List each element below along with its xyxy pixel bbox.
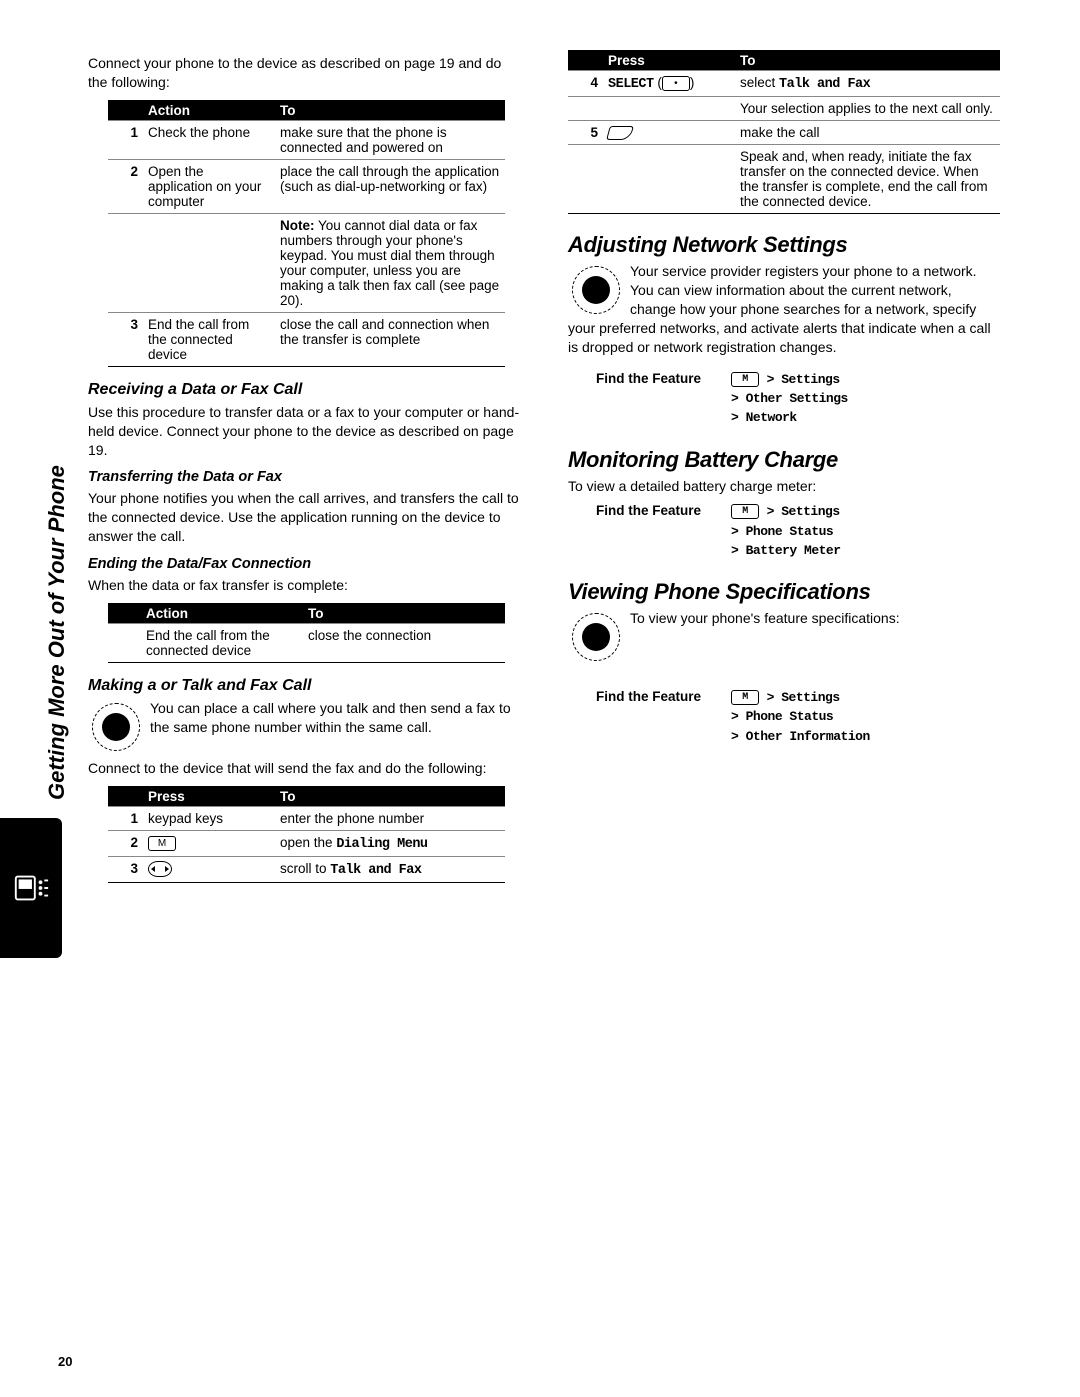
page-number: 20 — [58, 1354, 72, 1369]
col-action: Action — [140, 604, 302, 624]
intro-text: Connect your phone to the device as desc… — [88, 54, 520, 92]
para-spec: To view your phone's feature specificati… — [568, 609, 1000, 628]
col-action: Action — [142, 100, 274, 120]
heading-making: Making a or Talk and Fax Call — [88, 677, 520, 695]
para-making-2: Connect to the device that will send the… — [88, 759, 520, 778]
table-row: Note: Note: You cannot dial data or fax … — [108, 213, 505, 312]
heading-spec: Viewing Phone Specifications — [568, 579, 1000, 605]
table-row: 1 Check the phone make sure that the pho… — [108, 120, 505, 159]
heading-ending: Ending the Data/Fax Connection — [88, 556, 520, 572]
table-row: 1 keypad keys enter the phone number — [108, 806, 505, 830]
send-key-icon — [606, 126, 634, 140]
table-row: 2 Open the application on your computer … — [108, 159, 505, 213]
network-dependent-icon — [88, 699, 144, 755]
softkey-icon: • — [662, 76, 690, 91]
note-text: Note: Note: You cannot dial data or fax … — [280, 218, 499, 308]
heading-network: Adjusting Network Settings — [568, 232, 1000, 258]
table-row: Your selection applies to the next call … — [568, 97, 1000, 121]
action-table-1: Action To 1 Check the phone make sure th… — [108, 100, 505, 367]
para-network: Your service provider registers your pho… — [568, 262, 1000, 356]
para-making: You can place a call where you talk and … — [88, 699, 520, 737]
para-ending: When the data or fax transfer is complet… — [88, 576, 520, 595]
phone-data-icon — [12, 869, 50, 907]
manual-page: Getting More Out of Your Phone Connect y… — [0, 0, 1080, 1397]
network-dependent-icon — [568, 262, 624, 318]
section-tab-icon — [0, 818, 62, 958]
action-table-2: Action To End the call from the connecte… — [108, 603, 505, 663]
heading-transferring: Transferring the Data or Fax — [88, 469, 520, 485]
table-row: 5 make the call — [568, 121, 1000, 145]
menu-key-icon: M — [148, 836, 176, 851]
scroll-key-icon — [148, 861, 172, 877]
col-to: To — [734, 51, 1000, 71]
find-feature-battery: Find the Feature M > Settings> Phone Sta… — [596, 503, 1000, 561]
section-title: Getting More Out of Your Phone — [44, 400, 70, 800]
para-receiving: Use this procedure to transfer data or a… — [88, 403, 520, 460]
find-feature-network: Find the Feature M > Settings> Other Set… — [596, 371, 1000, 429]
col-press: Press — [602, 51, 734, 71]
menu-key-icon: M — [731, 504, 759, 519]
col-to: To — [302, 604, 505, 624]
col-press: Press — [142, 786, 274, 806]
menu-key-icon: M — [731, 690, 759, 705]
table-row: 2 M open the Dialing Menu — [108, 830, 505, 856]
col-to: To — [274, 100, 505, 120]
para-transferring: Your phone notifies you when the call ar… — [88, 489, 520, 546]
press-table-4: Press To 4 SELECT ( • ) select Talk and … — [568, 50, 1000, 214]
right-column: Press To 4 SELECT ( • ) select Talk and … — [568, 50, 1000, 883]
left-column: Connect your phone to the device as desc… — [88, 50, 520, 883]
table-row: End the call from the connected device c… — [108, 624, 505, 663]
col-to: To — [274, 786, 505, 806]
heading-battery: Monitoring Battery Charge — [568, 447, 1000, 473]
table-row: 3 End the call from the connected device… — [108, 312, 505, 366]
press-table-3: Press To 1 keypad keys enter the phone n… — [108, 786, 505, 883]
heading-receiving: Receiving a Data or Fax Call — [88, 381, 520, 399]
table-row: 3 scroll to Talk and Fax — [108, 856, 505, 882]
table-row: Speak and, when ready, initiate the fax … — [568, 145, 1000, 214]
network-dependent-icon — [568, 609, 624, 665]
find-feature-spec: Find the Feature M > Settings> Phone Sta… — [596, 689, 1000, 747]
menu-key-icon: M — [731, 372, 759, 387]
para-battery: To view a detailed battery charge meter: — [568, 477, 1000, 496]
table-row: 4 SELECT ( • ) select Talk and Fax — [568, 71, 1000, 97]
